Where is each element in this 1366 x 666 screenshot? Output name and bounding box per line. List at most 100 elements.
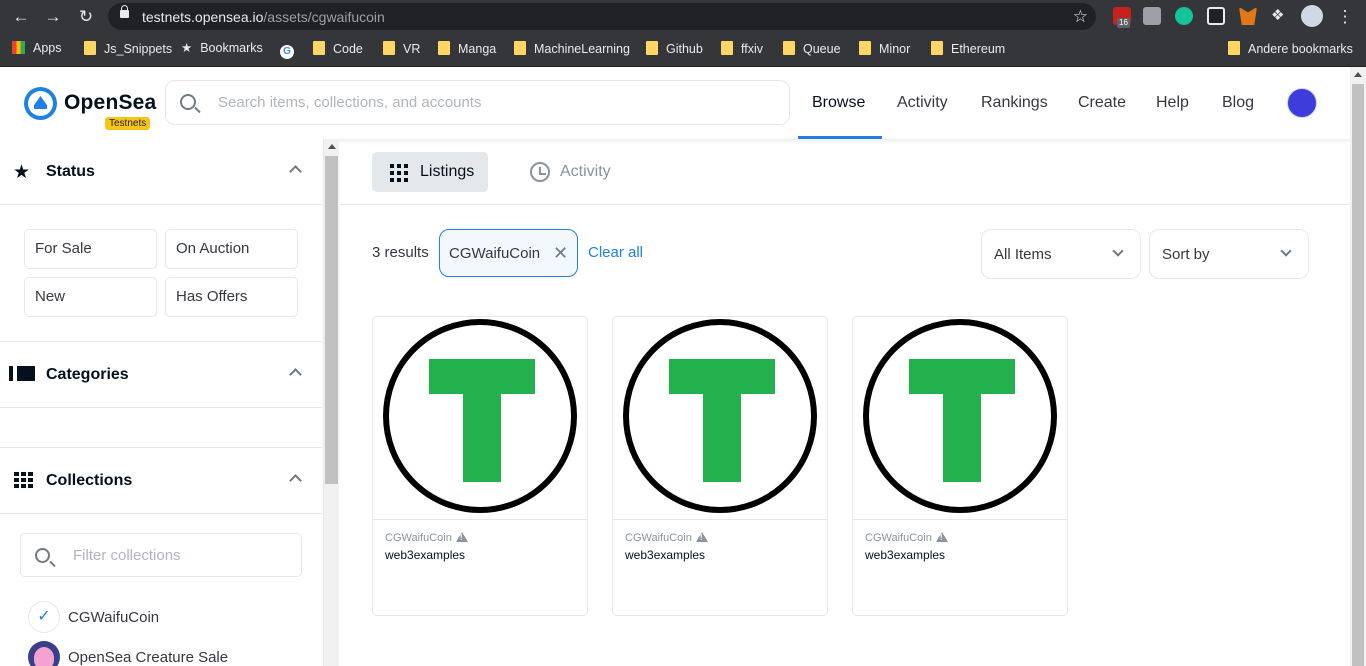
bookmark-github[interactable]: Github (646, 41, 703, 59)
collection-name: CGWaifuCoin (385, 532, 452, 544)
puzzle-extensions-icon[interactable]: ❖ (1271, 7, 1289, 25)
forward-icon[interactable]: → (42, 6, 64, 28)
chevron-up-icon[interactable] (289, 165, 302, 178)
brand-name[interactable]: OpenSea (64, 91, 156, 115)
bookmark-label: Ethereum (951, 42, 1006, 56)
bookmark-label: Bookmarks (200, 41, 263, 55)
status-section-header[interactable]: ★ Status (0, 139, 322, 205)
scroll-up-arrow-icon[interactable] (1354, 72, 1362, 77)
bookmark-queue[interactable]: Queue (783, 41, 841, 59)
asset-card[interactable]: CGWaifuCoin web3examples (372, 316, 588, 616)
lock-icon (120, 5, 129, 18)
sort-dropdown[interactable]: Sort by (1149, 229, 1309, 279)
bookmark-apps[interactable]: Apps (12, 41, 62, 59)
metamask-fox-icon[interactable] (1239, 7, 1257, 25)
bookmark-ffxiv[interactable]: ffxiv (721, 41, 763, 59)
search-input[interactable] (218, 81, 778, 124)
extension-icon[interactable] (1207, 7, 1225, 25)
scrollbar-thumb[interactable] (1352, 84, 1364, 666)
collections-filter-input[interactable] (73, 534, 293, 576)
asset-card[interactable]: CGWaifuCoin web3examples (612, 316, 828, 616)
chip-label: CGWaifuCoin (449, 245, 541, 262)
url-text[interactable]: testnets.opensea.io/assets/cgwaifucoin (142, 9, 385, 25)
search-bar (165, 80, 790, 125)
grid-icon (14, 472, 34, 488)
folder-icon (84, 41, 96, 55)
filter-new-button[interactable]: New (24, 277, 157, 317)
grammarly-extension-icon[interactable] (1175, 7, 1193, 25)
active-filter-chip[interactable]: CGWaifuCoin ✕ (439, 229, 578, 277)
bookmark-code[interactable]: Code (313, 41, 363, 59)
categories-section-header[interactable]: Categories (0, 342, 322, 408)
reload-icon[interactable]: ↻ (75, 6, 97, 28)
profile-avatar[interactable] (1301, 5, 1323, 27)
warning-icon (935, 532, 948, 542)
close-icon[interactable]: ✕ (553, 244, 568, 262)
star-icon: ★ (13, 162, 31, 183)
bookmark-label: Queue (803, 42, 841, 56)
bookmark-label: MachineLearning (534, 42, 630, 56)
nav-blog[interactable]: Blog (1222, 94, 1254, 112)
asset-image[interactable] (853, 317, 1067, 520)
bookmarks-bar: Apps Js_Snippets ★ Bookmarks G Code VR Ma… (0, 33, 1366, 67)
folder-icon (931, 41, 943, 55)
menu-kebab-icon[interactable]: ⋮ (1334, 6, 1356, 28)
chevron-down-icon (1280, 245, 1292, 257)
bookmark-vr[interactable]: VR (383, 41, 420, 59)
page-scrollbar[interactable] (1350, 67, 1366, 666)
scrollbar-thumb[interactable] (325, 156, 338, 484)
bookmark-label: VR (403, 42, 421, 56)
token-t-icon (623, 319, 817, 513)
folder-icon (721, 41, 733, 55)
bookmark-label: Manga (458, 42, 497, 56)
opensea-logo-icon[interactable] (24, 87, 57, 120)
back-icon[interactable]: ← (10, 6, 32, 28)
nav-rankings[interactable]: Rankings (981, 94, 1048, 112)
extension-badge: 16 (1117, 18, 1130, 28)
bookmark-machinelearning[interactable]: MachineLearning (514, 41, 630, 59)
bookmark-bookmarks[interactable]: ★ Bookmarks (181, 41, 263, 59)
extension-icon[interactable] (1143, 7, 1161, 25)
card-collection: CGWaifuCoin (625, 532, 708, 544)
bookmark-minor[interactable]: Minor (859, 41, 910, 59)
bookmark-ethereum[interactable]: Ethereum (931, 41, 1005, 59)
bookmark-js-snippets[interactable]: Js_Snippets (84, 41, 172, 59)
filter-on-auction-button[interactable]: On Auction (165, 229, 298, 269)
bookmark-manga[interactable]: Manga (438, 41, 496, 59)
asset-image[interactable] (613, 317, 827, 520)
bookmark-other[interactable]: Andere bookmarks (1228, 41, 1353, 59)
bookmark-google[interactable]: G (280, 41, 294, 59)
collection-name: CGWaifuCoin (865, 532, 932, 544)
chevron-up-icon[interactable] (289, 474, 302, 487)
collections-section-header[interactable]: Collections (0, 448, 322, 514)
asset-image[interactable] (373, 317, 587, 520)
folder-icon (313, 41, 325, 55)
collections-title: Collections (46, 472, 133, 489)
chevron-up-icon[interactable] (289, 368, 302, 381)
clear-all-link[interactable]: Clear all (588, 244, 643, 261)
status-title: Status (46, 163, 95, 180)
filter-for-sale-button[interactable]: For Sale (24, 229, 157, 269)
account-avatar[interactable] (1287, 88, 1317, 118)
results-count: 3 results (372, 244, 429, 261)
address-bar[interactable]: testnets.opensea.io/assets/cgwaifucoin ☆ (108, 3, 1096, 30)
sidebar-scrollbar[interactable] (324, 139, 339, 666)
filter-has-offers-button[interactable]: Has Offers (165, 277, 298, 317)
tab-activity[interactable]: Activity (522, 152, 632, 192)
nav-activity[interactable]: Activity (897, 94, 948, 112)
bookmark-label: Js_Snippets (104, 42, 173, 56)
nav-browse[interactable]: Browse (812, 94, 865, 112)
nav-help[interactable]: Help (1156, 94, 1189, 112)
folder-icon (1228, 41, 1240, 55)
tab-listings[interactable]: Listings (372, 152, 488, 192)
url-host: testnets.opensea.io (142, 9, 264, 25)
bookmark-star-icon[interactable]: ☆ (1073, 7, 1088, 27)
card-collection: CGWaifuCoin (865, 532, 948, 544)
bookmark-label: Minor (879, 42, 911, 56)
items-dropdown[interactable]: All Items (981, 229, 1141, 279)
asset-card[interactable]: CGWaifuCoin web3examples (852, 316, 1068, 616)
bookmark-label: Github (666, 42, 703, 56)
scroll-up-arrow-icon[interactable] (328, 144, 336, 149)
nav-create[interactable]: Create (1078, 94, 1126, 112)
bookmark-label: Andere bookmarks (1248, 42, 1353, 56)
